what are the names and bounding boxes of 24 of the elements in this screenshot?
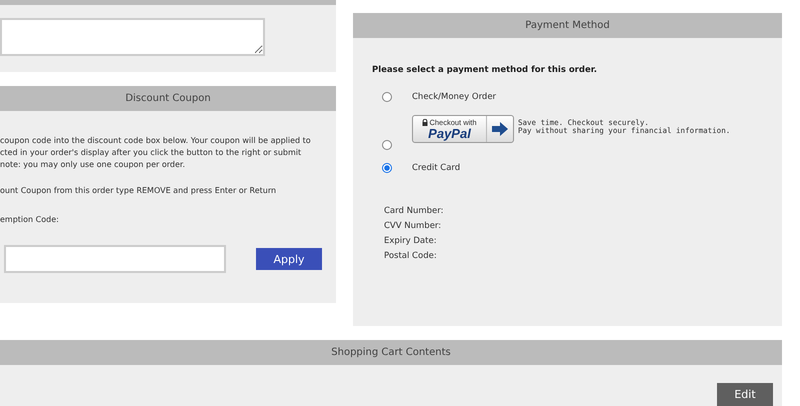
instruction-text: coupon code into the discount code box below. Your coupon will be applied to [0,135,312,147]
field-label: Expiry Date: [384,235,438,248]
instruction-text: cted in your order's display after you click the button to the right or submit [0,147,302,159]
comments-field[interactable] [0,18,265,56]
panel-header: Shopping Cart Contents [0,340,782,365]
field-label: emption Code: [0,214,60,226]
radio-button[interactable] [382,140,392,150]
panel-header: Payment Method [353,13,782,38]
instruction-text: note: you may only use one coupon per order. [0,159,186,171]
apply-button[interactable]: Apply [256,248,322,270]
field-label: Card Number: [384,205,444,218]
field-label: Postal Code: [384,250,438,263]
panel-header: Discount Coupon [0,86,336,111]
arrow-icon [491,121,509,137]
field-label: CVV Number: [384,220,442,233]
radio-button[interactable] [382,92,392,102]
payment-prompt: Please select a payment method for this order. [372,65,598,75]
coupon-code-field[interactable] [4,245,226,273]
remove-instruction: ount Coupon from this order type REMOVE and press Enter or Return [0,185,278,197]
option-label: Credit Card [412,163,460,173]
edit-button[interactable]: Edit [717,383,773,406]
option-label: Check/Money Order [412,92,496,102]
radio-button[interactable] [382,163,392,173]
lock-icon [422,119,428,126]
